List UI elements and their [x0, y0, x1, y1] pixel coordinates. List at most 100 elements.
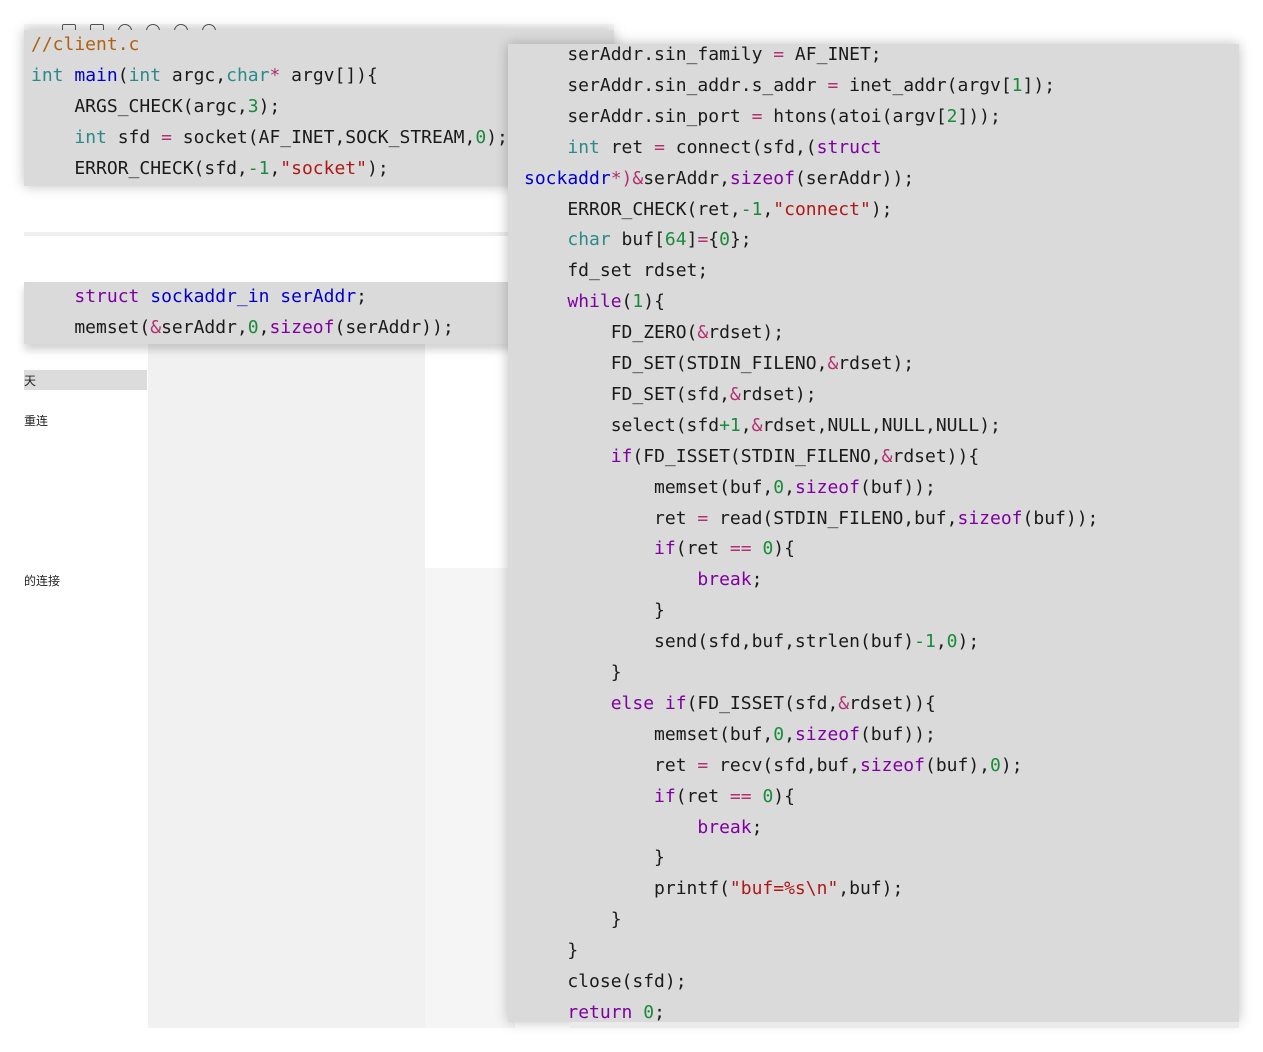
code-token: sizeof — [729, 167, 795, 189]
code-token: ); — [957, 631, 980, 653]
code-token: if — [654, 538, 676, 560]
code-token: "buf=%s\n" — [729, 878, 839, 900]
code-line: if(FD_ISSET(STDIN_FILENO,&rdset)){ — [524, 446, 979, 468]
code-line: serAddr.sin_addr.s_addr = inet_addr(argv… — [524, 75, 1055, 97]
code-token: ARGS_CHECK(argc, — [31, 96, 248, 117]
code-token: 64 — [664, 229, 687, 251]
code-token: , — [935, 631, 947, 653]
code-token: ( — [117, 65, 129, 86]
code-token: ; — [654, 1001, 665, 1022]
code-token: //client.c — [31, 34, 140, 55]
content-panel — [148, 340, 425, 1028]
code-token: memset(buf, — [524, 723, 774, 745]
code-token: (ret — [675, 785, 730, 807]
code-token: "socket" — [280, 158, 367, 179]
code-token: if — [654, 785, 676, 807]
code-token: while — [567, 291, 622, 313]
code-token: (ret — [675, 538, 730, 560]
code-line: } — [524, 940, 578, 962]
code-token: sockaddr_in — [150, 286, 270, 307]
code-line: FD_SET(sfd,&rdset); — [524, 384, 817, 406]
code-token: serAddr.sin_port — [524, 105, 752, 127]
code-token: ,buf); — [838, 878, 904, 900]
code-token: } — [524, 662, 622, 683]
code-line: FD_ZERO(&rdset); — [524, 322, 784, 344]
code-token: 0 — [773, 476, 785, 498]
code-line: ERROR_CHECK(ret,-1,"connect"); — [524, 198, 893, 221]
code-line: ARGS_CHECK(argc,3); — [31, 96, 280, 118]
content-panel — [425, 568, 515, 1028]
code-line: fd_set rdset; — [524, 260, 708, 282]
code-token: FD_ZERO( — [524, 322, 698, 344]
code-token: sizeof — [957, 507, 1023, 529]
code-token: ){ — [773, 538, 795, 560]
code-token: serAddr.sin_addr.s_addr — [524, 74, 828, 96]
code-token: rdset)){ — [849, 692, 936, 714]
code-token: ret — [524, 507, 698, 529]
sidebar-item[interactable]: 天 — [24, 372, 36, 389]
code-token: 0 — [773, 723, 785, 745]
code-token: 0 — [990, 754, 1001, 776]
code-token: +1 — [719, 414, 741, 436]
code-token: if — [610, 445, 633, 467]
code-token: == — [729, 538, 752, 560]
code-token: (buf), — [924, 754, 991, 776]
sidebar-highlight — [24, 370, 147, 390]
code-token: = — [827, 74, 839, 96]
code-token: memset( — [31, 317, 151, 338]
code-token: , — [740, 414, 752, 436]
code-token: sizeof — [794, 723, 860, 745]
code-token: = — [751, 105, 763, 127]
code-token: read(STDIN_FILENO,buf, — [708, 507, 958, 529]
code-line: memset(&serAddr,0,sizeof(serAddr)); — [31, 317, 453, 339]
code-line: if(ret == 0){ — [524, 786, 795, 808]
code-token: AF_INET; — [784, 44, 882, 65]
code-token: int — [567, 136, 600, 158]
code-line: char buf[64]={0}; — [524, 229, 752, 251]
code-line: close(sfd); — [524, 971, 686, 993]
code-token: ; — [751, 816, 763, 838]
code-line: printf("buf=%s\n",buf); — [524, 878, 903, 900]
code-line: break; — [524, 817, 762, 839]
code-token: = — [697, 754, 709, 776]
code-token: , — [258, 317, 270, 338]
code-token: connect(sfd,( — [664, 136, 817, 158]
code-token: ); — [258, 96, 281, 117]
code-token: & — [751, 414, 763, 436]
code-token: ret — [524, 754, 698, 776]
sidebar-item[interactable]: 的连接 — [24, 572, 60, 589]
code-token: memset(buf, — [524, 476, 774, 498]
code-line: send(sfd,buf,strlen(buf)-1,0); — [524, 631, 979, 653]
code-token: serAddr.sin_family — [524, 44, 774, 65]
code-token: fd_set rdset; — [524, 260, 709, 282]
code-token: & — [881, 445, 893, 467]
code-token: -1 — [914, 631, 936, 653]
sidebar-item[interactable]: 重连 — [24, 412, 48, 429]
code-token: = — [161, 127, 172, 148]
code-token: , — [784, 476, 795, 498]
code-line: int ret = connect(sfd,(struct — [524, 136, 881, 159]
code-token: }; — [729, 229, 752, 251]
code-token: else if — [610, 692, 687, 714]
code-token: rdset); — [708, 322, 785, 344]
code-token: 0 — [762, 785, 774, 807]
code-token: 1 — [632, 291, 644, 313]
code-token: ){ — [773, 785, 795, 807]
code-token: char — [567, 229, 611, 251]
code-token: sizeof — [269, 317, 335, 338]
code-token: ); — [870, 198, 893, 220]
code-line: break; — [524, 569, 762, 591]
code-token: (buf)); — [859, 723, 936, 745]
code-token: ret — [599, 136, 655, 158]
code-line: } — [524, 847, 665, 869]
